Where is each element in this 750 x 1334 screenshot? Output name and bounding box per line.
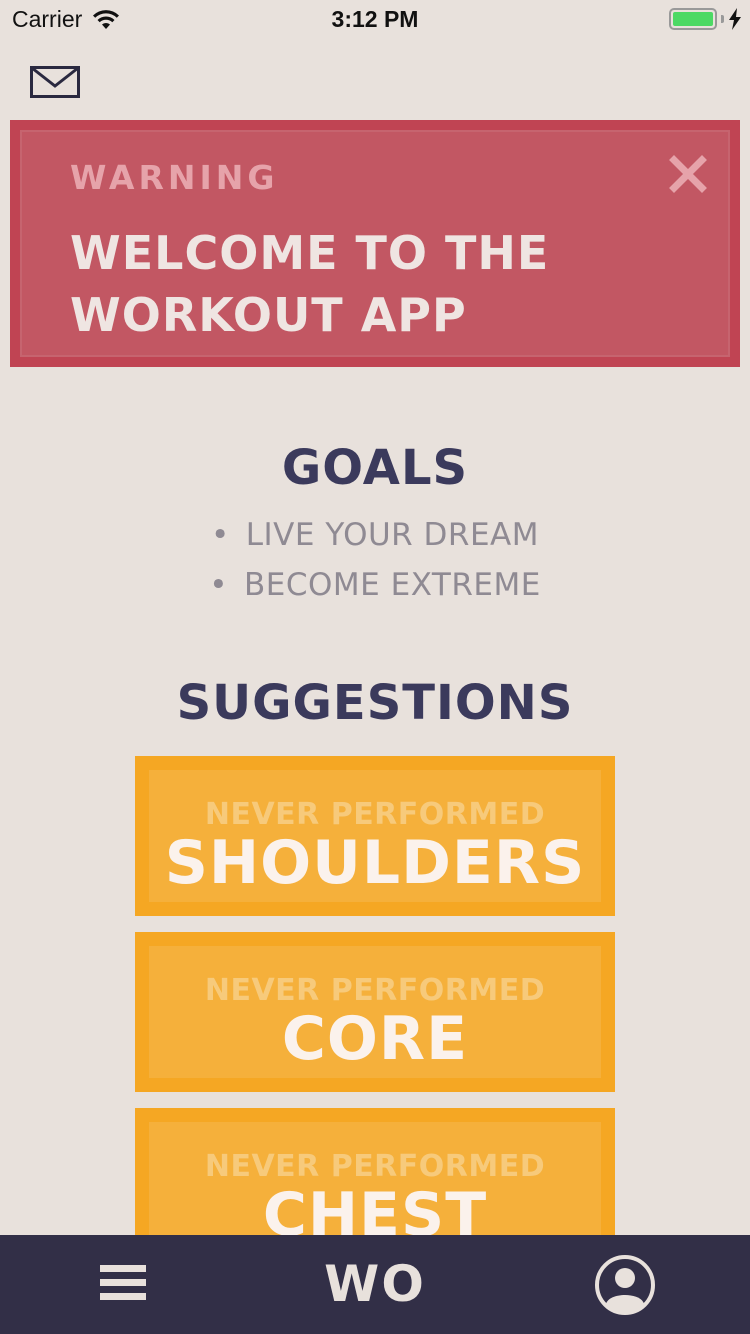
goals-list: • LIVE YOUR DREAM • BECOME EXTREME: [0, 510, 750, 610]
suggestions-heading: SUGGESTIONS: [176, 675, 574, 731]
suggestion-card-core[interactable]: NEVER PERFORMED CORE: [135, 932, 615, 1092]
card-subtitle: NEVER PERFORMED: [204, 973, 546, 1008]
goal-text: LIVE YOUR DREAM: [245, 517, 540, 553]
status-bar-right: [669, 8, 742, 30]
mail-icon[interactable]: [30, 66, 80, 98]
card-inner: NEVER PERFORMED SHOULDERS: [149, 770, 601, 902]
charging-icon: [729, 8, 741, 30]
bullet: •: [209, 567, 229, 603]
card-subtitle: NEVER PERFORMED: [204, 1149, 546, 1184]
goal-item: • BECOME EXTREME: [0, 560, 750, 610]
battery-cap: [721, 15, 724, 23]
warning-title: WELCOME TO THE WORKOUT APP: [70, 222, 630, 346]
profile-icon[interactable]: [594, 1254, 656, 1316]
clock: 3:12 PM: [331, 6, 419, 32]
warning-label: WARNING: [70, 158, 279, 197]
warning-title-line1: WELCOME TO THE: [70, 226, 550, 280]
battery-icon: [669, 8, 717, 30]
card-muscle-name: SHOULDERS: [164, 828, 586, 898]
card-subtitle: NEVER PERFORMED: [204, 797, 546, 832]
bottom-tab-bar: WO: [0, 1235, 750, 1334]
goal-text: BECOME EXTREME: [244, 567, 541, 603]
warning-banner: WARNING WELCOME TO THE WORKOUT APP: [10, 120, 740, 367]
close-icon[interactable]: [668, 154, 708, 194]
bullet: •: [210, 517, 230, 553]
status-bar: Carrier 3:12 PM: [0, 0, 750, 40]
suggestion-card-shoulders[interactable]: NEVER PERFORMED SHOULDERS: [135, 756, 615, 916]
card-inner: NEVER PERFORMED CORE: [149, 946, 601, 1078]
goals-heading: GOALS: [281, 440, 469, 496]
card-muscle-name: CORE: [281, 1004, 469, 1074]
goal-item: • LIVE YOUR DREAM: [0, 510, 750, 560]
warning-title-line2: WORKOUT APP: [70, 288, 467, 342]
